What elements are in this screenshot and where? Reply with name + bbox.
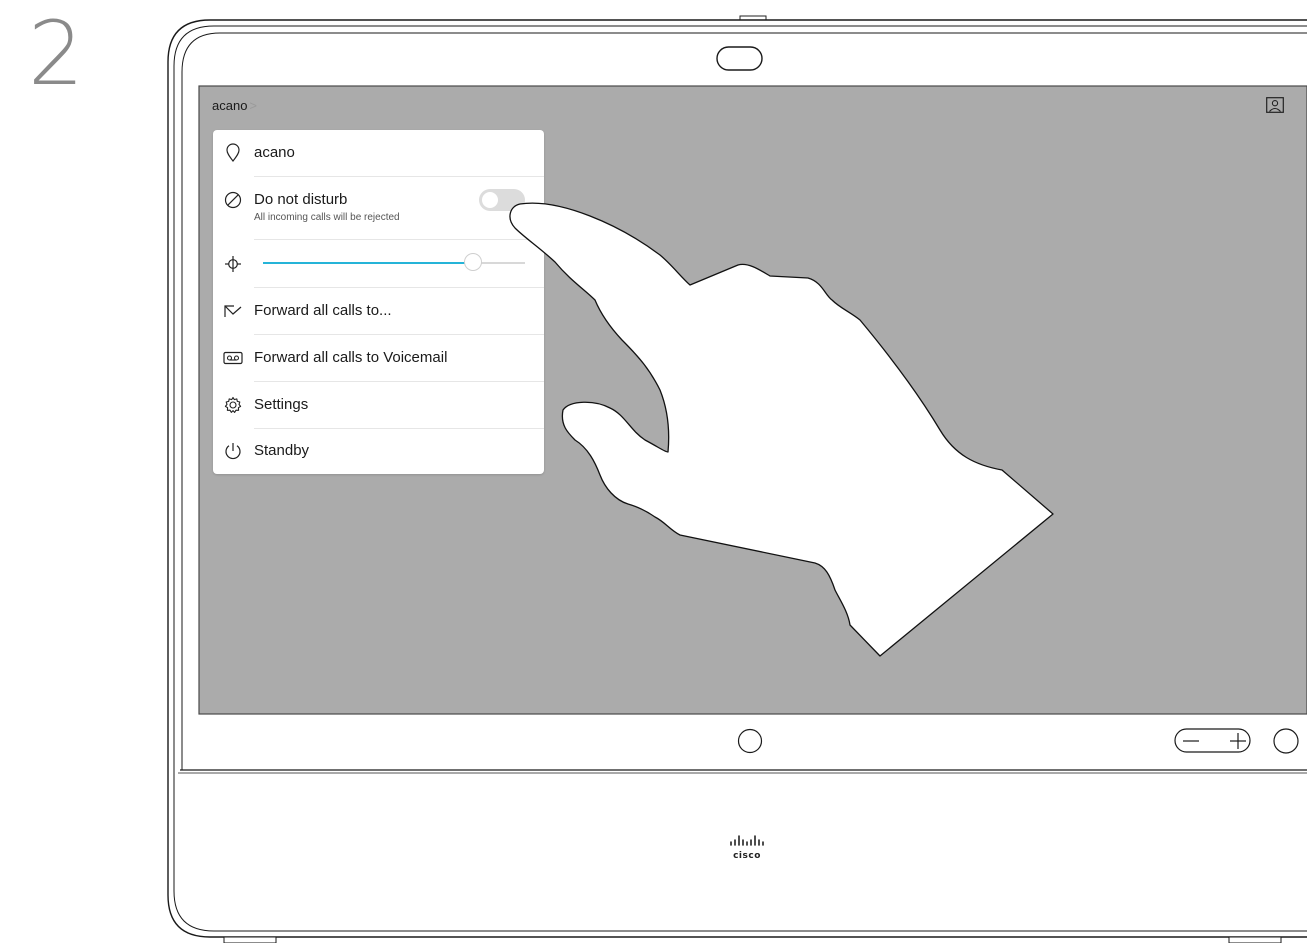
cisco-logo: cisco <box>730 835 764 861</box>
brand-label: cisco <box>733 851 761 861</box>
hand-pointer-icon <box>509 202 1054 657</box>
